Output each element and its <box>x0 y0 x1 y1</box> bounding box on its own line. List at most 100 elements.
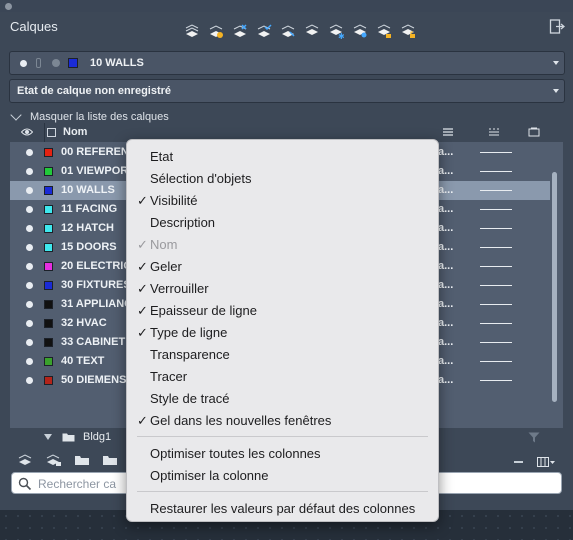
layer-color-swatch[interactable] <box>44 376 53 385</box>
menu-item-column[interactable]: ✓ Gel dans les nouvelles fenêtres <box>127 409 440 431</box>
menu-item-column[interactable]: Transparence <box>127 343 440 365</box>
layer-state-dropdown[interactable]: Etat de calque non enregistré <box>9 79 565 103</box>
layer-properties-icon[interactable] <box>303 22 321 40</box>
layer-name[interactable]: 12 HATCH <box>61 222 114 234</box>
panel-exit-icon[interactable] <box>549 18 567 36</box>
layer-color-swatch[interactable] <box>44 243 53 252</box>
window-close-dot[interactable] <box>5 3 12 10</box>
new-folder-icon[interactable] <box>74 453 90 467</box>
plot-column-icon[interactable] <box>528 127 540 137</box>
menu-item-column[interactable]: Etat <box>127 145 440 167</box>
layer-color-swatch[interactable] <box>44 300 53 309</box>
menu-item-column[interactable]: ✓ Type de ligne <box>127 321 440 343</box>
layer-name[interactable]: 32 HVAC <box>61 317 107 329</box>
linetype-sample[interactable] <box>480 190 512 191</box>
visibility-icon[interactable] <box>26 168 33 175</box>
linetype-sample[interactable] <box>480 247 512 248</box>
eye-icon[interactable] <box>21 127 33 137</box>
layer-name[interactable]: 40 TEXT <box>61 355 104 367</box>
layer-color-swatch[interactable] <box>44 319 53 328</box>
visibility-icon[interactable] <box>26 263 33 270</box>
linetype-sample[interactable] <box>480 361 512 362</box>
layer-color-swatch[interactable] <box>44 357 53 366</box>
layer-color-swatch[interactable] <box>44 186 53 195</box>
delete-layer-icon[interactable] <box>231 22 249 40</box>
layer-name[interactable]: 31 APPLIANC <box>61 298 132 310</box>
layer-name[interactable]: 11 FACING <box>61 203 117 215</box>
visibility-icon[interactable] <box>26 320 33 327</box>
collapse-icon[interactable] <box>514 461 523 463</box>
layer-name[interactable]: 01 VIEWPOR <box>61 165 128 177</box>
layer-name[interactable]: 00 REFEREN <box>61 146 129 158</box>
visibility-icon[interactable] <box>26 244 33 251</box>
layer-color-swatch[interactable] <box>44 205 53 214</box>
layer-name[interactable]: 15 DOORS <box>61 241 117 253</box>
visibility-icon[interactable] <box>26 225 33 232</box>
menu-item-column[interactable]: Description <box>127 211 440 233</box>
linetype-sample[interactable] <box>480 209 512 210</box>
linetype-sample[interactable] <box>480 342 512 343</box>
layer-name[interactable]: 20 ELECTRIC <box>61 260 131 272</box>
menu-item-optimize-all-columns[interactable]: Optimiser toutes les colonnes <box>127 442 440 464</box>
visibility-icon[interactable] <box>26 301 33 308</box>
layer-color-swatch[interactable] <box>44 281 53 290</box>
new-group-filter-icon[interactable] <box>46 453 62 467</box>
visibility-icon[interactable] <box>26 358 33 365</box>
new-property-filter-icon[interactable] <box>18 453 34 467</box>
linetype-sample[interactable] <box>480 380 512 381</box>
menu-item-column[interactable]: Sélection d'objets <box>127 167 440 189</box>
columns-menu-icon[interactable] <box>537 457 555 467</box>
menu-item-optimize-column[interactable]: Optimiser la colonne <box>127 464 440 486</box>
header-divider <box>44 123 45 142</box>
linetype-sample[interactable] <box>480 304 512 305</box>
menu-item-column[interactable]: Tracer <box>127 365 440 387</box>
menu-item-column[interactable]: ✓ Visibilité <box>127 189 440 211</box>
lineweight-column-icon[interactable] <box>442 127 454 137</box>
layer-list-scrollbar[interactable] <box>552 172 557 402</box>
new-layer-icon[interactable] <box>183 22 201 40</box>
layer-color-swatch[interactable] <box>44 338 53 347</box>
on-icon <box>20 60 27 67</box>
linetype-sample[interactable] <box>480 285 512 286</box>
layer-name[interactable]: 50 DIEMENS <box>61 374 126 386</box>
isolate-icon[interactable]: ✱ <box>327 22 345 40</box>
visibility-icon[interactable] <box>26 187 33 194</box>
menu-item-column[interactable]: Style de tracé <box>127 387 440 409</box>
layer-name[interactable]: 10 WALLS <box>61 184 115 196</box>
column-header-name[interactable]: Nom <box>63 126 87 138</box>
linetype-sample[interactable] <box>480 171 512 172</box>
freeze-icon[interactable] <box>351 22 369 40</box>
linetype-column-icon[interactable] <box>488 127 500 137</box>
menu-item-column[interactable]: ✓ Epaisseur de ligne <box>127 299 440 321</box>
layer-color-swatch[interactable] <box>44 224 53 233</box>
linetype-sample[interactable] <box>480 323 512 324</box>
current-layer-dropdown[interactable]: 10 WALLS <box>9 51 565 75</box>
new-layer-vp-icon[interactable] <box>207 22 225 40</box>
filter-icon[interactable] <box>528 432 540 443</box>
visibility-icon[interactable] <box>26 206 33 213</box>
set-current-icon[interactable] <box>255 22 273 40</box>
linetype-sample[interactable] <box>480 266 512 267</box>
folder-options-icon[interactable] <box>102 453 118 467</box>
visibility-icon[interactable] <box>26 282 33 289</box>
lock-icon[interactable] <box>375 22 393 40</box>
menu-item-label: Type de ligne <box>150 325 228 340</box>
layer-color-swatch[interactable] <box>44 167 53 176</box>
visibility-icon[interactable] <box>26 377 33 384</box>
layer-states-icon[interactable] <box>279 22 297 40</box>
linetype-sample[interactable] <box>480 152 512 153</box>
layer-name[interactable]: 30 FIXTURES <box>61 279 131 291</box>
visibility-icon[interactable] <box>26 149 33 156</box>
menu-item-column[interactable]: ✓ Verrouiller <box>127 277 440 299</box>
layer-color-swatch[interactable] <box>44 148 53 157</box>
visibility-icon[interactable] <box>26 339 33 346</box>
menu-item-column[interactable]: ✓ Geler <box>127 255 440 277</box>
triangle-down-icon[interactable] <box>44 434 52 440</box>
menu-item-restore-defaults[interactable]: Restaurer les valeurs par défaut des col… <box>127 497 440 519</box>
linetype-sample[interactable] <box>480 228 512 229</box>
layer-color-swatch[interactable] <box>44 262 53 271</box>
color-column-icon[interactable] <box>47 128 56 137</box>
toggle-layer-list[interactable]: Masquer la liste des calques <box>10 109 169 123</box>
unlock-icon[interactable] <box>399 22 417 40</box>
layer-name[interactable]: 33 CABINET <box>61 336 125 348</box>
